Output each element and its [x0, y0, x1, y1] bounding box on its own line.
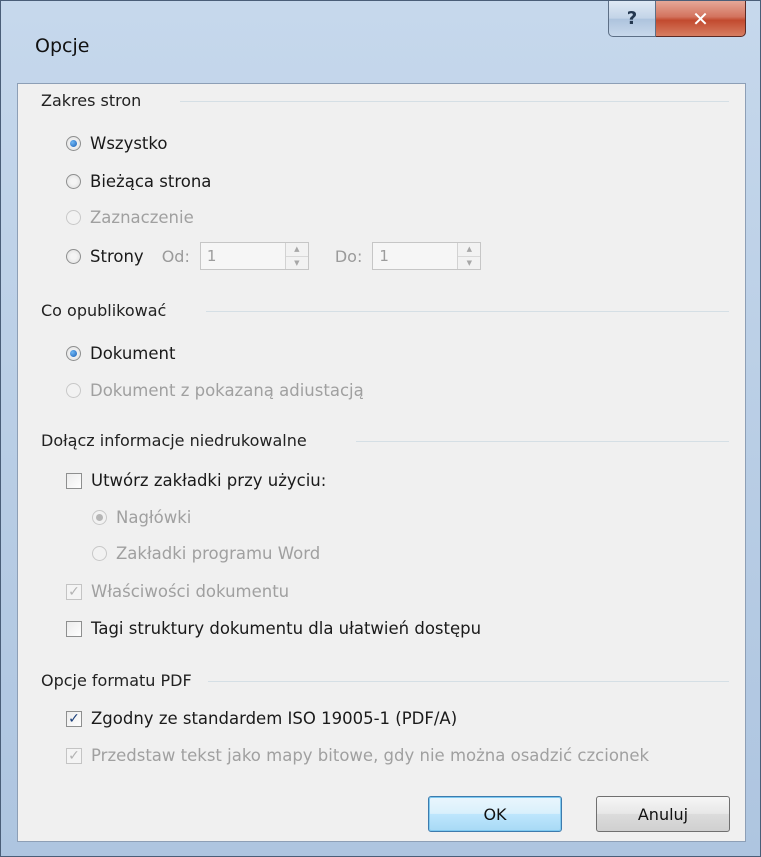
stepper-buttons: ▲ ▼	[457, 243, 481, 269]
from-page-stepper: 1 ▲ ▼	[199, 242, 309, 270]
to-label: Do:	[334, 246, 363, 266]
checkbox-indicator[interactable]	[66, 620, 82, 637]
checkmark-icon: ✓	[66, 583, 82, 600]
radio-document-label: Dokument	[90, 344, 176, 363]
checkmark-icon: ✓	[66, 747, 82, 764]
radio-headings-label: Nagłówki	[116, 508, 192, 527]
close-icon: ✕	[692, 6, 709, 31]
help-button[interactable]: ?	[608, 1, 656, 37]
divider	[180, 101, 729, 102]
structure-tags-label: Tagi struktury dokumentu dla ułatwień do…	[91, 619, 482, 638]
radio-document-markup-label: Dokument z pokazaną adiustacją	[90, 381, 364, 400]
checkmark-icon[interactable]: ✓	[66, 710, 82, 727]
stepper-down-icon: ▼	[285, 256, 308, 269]
doc-properties-label: Właściwości dokumentu	[91, 582, 290, 601]
radio-current-page-label: Bieżąca strona	[90, 172, 212, 191]
stepper-buttons: ▲ ▼	[284, 243, 308, 269]
radio-indicator[interactable]	[66, 346, 81, 361]
divider	[206, 311, 729, 312]
ok-button[interactable]: OK	[428, 796, 562, 832]
radio-word-bookmarks-label: Zakładki programu Word	[116, 544, 321, 563]
radio-selection-label: Zaznaczenie	[90, 208, 194, 227]
create-bookmarks-label: Utwórz zakładki przy użyciu:	[91, 471, 327, 490]
radio-document-markup: Dokument z pokazaną adiustacją	[66, 381, 364, 400]
bitmap-label: Przedstaw tekst jako mapy bitowe, gdy ni…	[91, 746, 650, 765]
dialog-body: Zakres stron Wszystko Bieżąca strona Zaz…	[17, 83, 746, 842]
radio-indicator	[92, 546, 107, 561]
checkbox-structure-tags[interactable]: Tagi struktury dokumentu dla ułatwień do…	[66, 619, 481, 638]
group-heading-pdf: Opcje formatu PDF	[41, 670, 192, 690]
window-title: Opcje	[35, 35, 90, 57]
radio-indicator	[66, 210, 81, 225]
checkbox-bitmap-text: ✓ Przedstaw tekst jako mapy bitowe, gdy …	[66, 746, 649, 765]
radio-document[interactable]: Dokument	[66, 344, 175, 363]
close-button[interactable]: ✕	[656, 1, 746, 37]
from-label: Od:	[161, 246, 190, 266]
radio-selection: Zaznaczenie	[66, 208, 194, 227]
help-icon: ?	[626, 8, 638, 29]
caption-buttons: ? ✕	[608, 1, 746, 41]
title-bar[interactable]: Opcje ? ✕	[1, 1, 760, 83]
stepper-up-icon: ▲	[285, 243, 308, 257]
to-page-value: 1	[379, 247, 389, 265]
to-page-stepper: 1 ▲ ▼	[372, 242, 482, 270]
checkbox-iso[interactable]: ✓ Zgodny ze standardem ISO 19005-1 (PDF/…	[66, 709, 457, 728]
radio-all[interactable]: Wszystko	[66, 134, 167, 153]
radio-indicator[interactable]	[66, 174, 81, 189]
group-heading-page-range: Zakres stron	[41, 90, 142, 110]
radio-indicator	[92, 510, 107, 525]
cancel-button[interactable]: Anuluj	[596, 796, 730, 832]
from-page-value: 1	[206, 247, 217, 265]
radio-current-page[interactable]: Bieżąca strona	[66, 172, 211, 191]
checkbox-doc-properties: ✓ Właściwości dokumentu	[66, 582, 289, 601]
stepper-down-icon: ▼	[458, 256, 481, 269]
divider	[356, 441, 729, 442]
radio-pages[interactable]: Strony Od: 1 ▲ ▼ Do: 1 ▲ ▼	[66, 242, 482, 270]
dialog-window: Opcje ? ✕ Zakres stron Wszystko Bieżąca …	[0, 0, 761, 857]
stepper-up-icon: ▲	[458, 243, 481, 257]
group-heading-publish: Co opublikować	[41, 300, 167, 320]
radio-indicator	[66, 383, 81, 398]
divider	[208, 681, 729, 682]
group-heading-nonprintable: Dołącz informacje niedrukowalne	[41, 430, 307, 450]
radio-indicator[interactable]	[66, 248, 81, 264]
radio-word-bookmarks: Zakładki programu Word	[92, 544, 320, 563]
radio-all-label: Wszystko	[90, 134, 168, 153]
checkbox-indicator[interactable]	[66, 472, 82, 489]
radio-pages-label: Strony	[90, 246, 144, 266]
iso-label: Zgodny ze standardem ISO 19005-1 (PDF/A)	[91, 709, 458, 728]
checkbox-create-bookmarks[interactable]: Utwórz zakładki przy użyciu:	[66, 471, 326, 490]
radio-indicator[interactable]	[66, 136, 81, 151]
radio-headings: Nagłówki	[92, 508, 191, 527]
